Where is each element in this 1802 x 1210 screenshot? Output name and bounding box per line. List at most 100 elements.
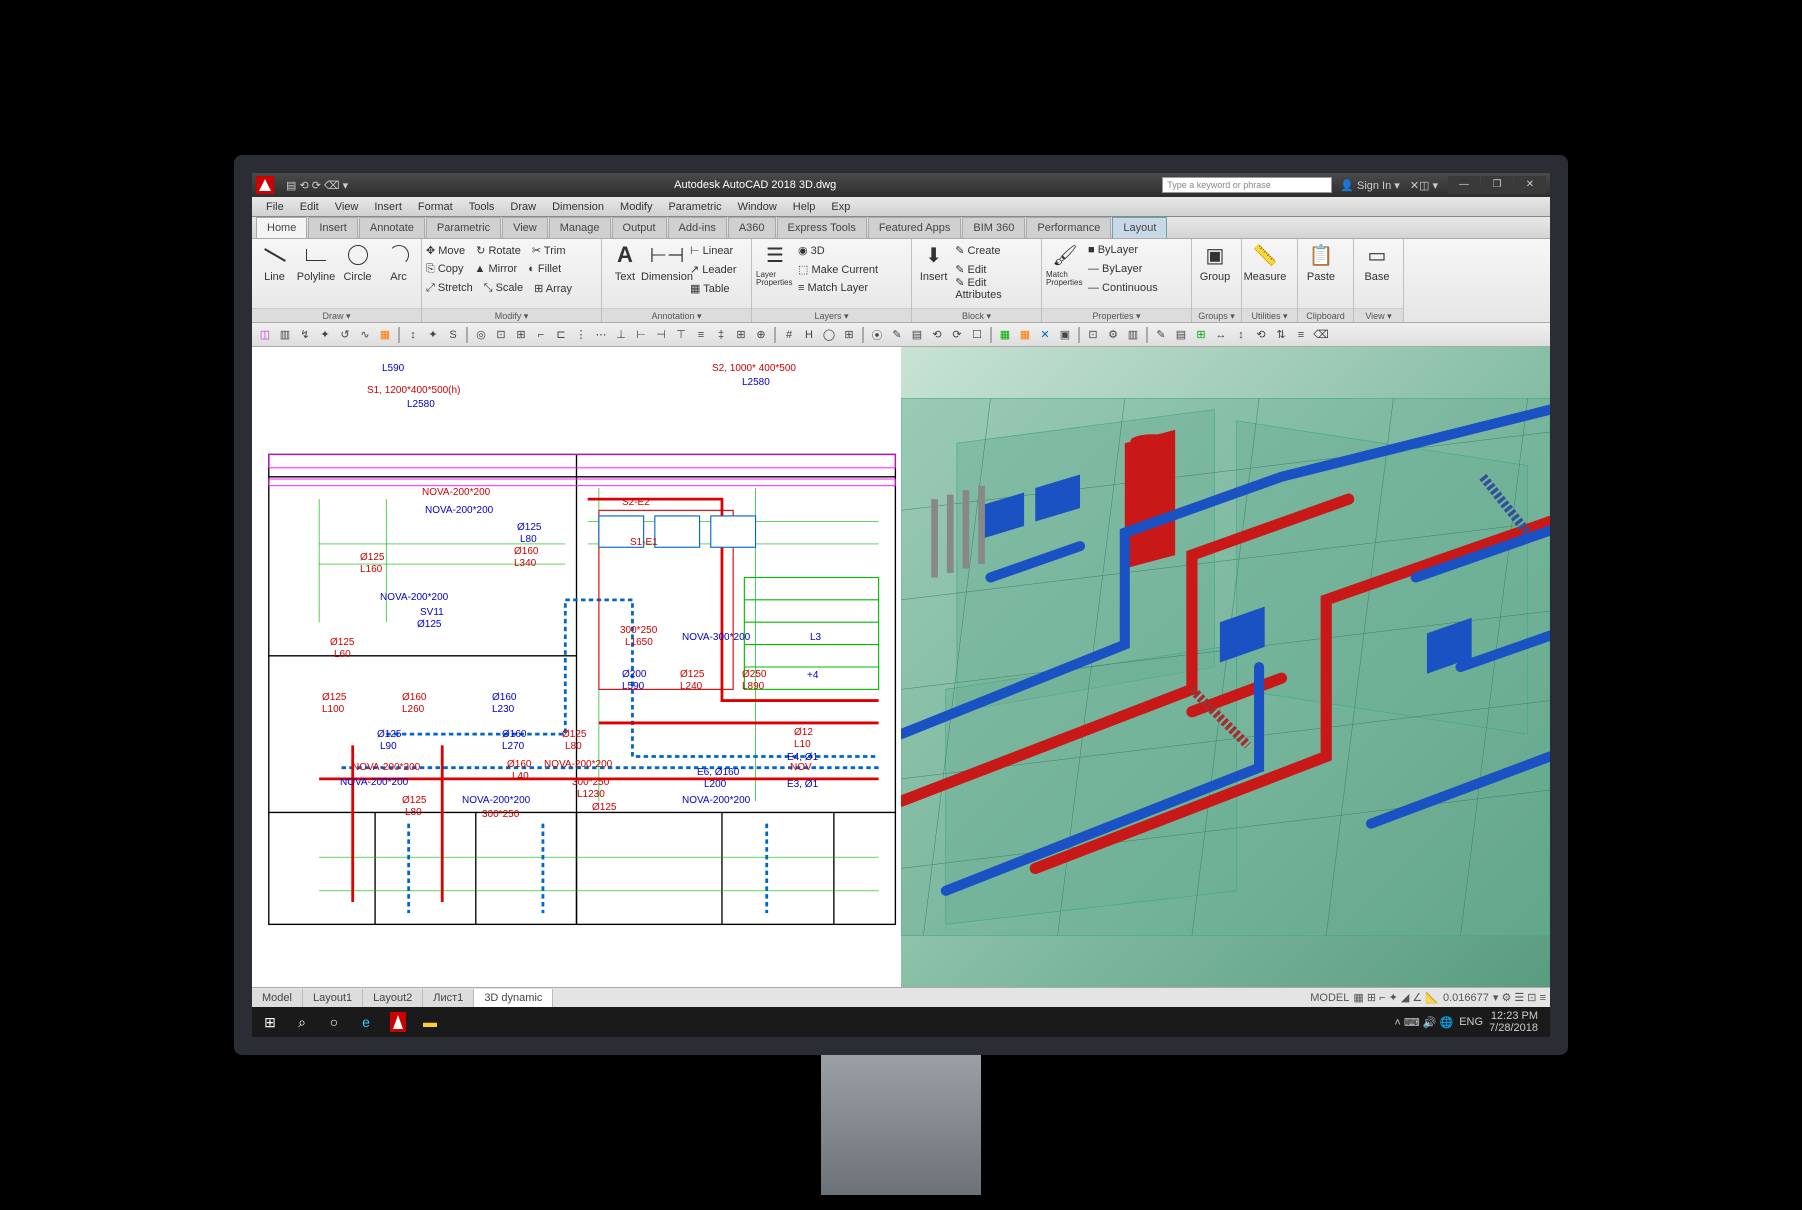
ribbon-item[interactable]: ⊢ Linear [690, 244, 733, 257]
tb-icon[interactable]: ▥ [1124, 326, 1142, 344]
app-icon[interactable] [256, 176, 274, 194]
exchange-icon[interactable]: ✕◫ ▾ [1410, 179, 1438, 192]
tb-icon[interactable]: ⊥ [612, 326, 630, 344]
tb-icon[interactable]: ▦ [1016, 326, 1034, 344]
match-properties-button[interactable]: 🖌Match Properties [1046, 241, 1084, 287]
layout-tab-layout2[interactable]: Layout2 [363, 989, 423, 1007]
tb-icon[interactable]: ⊢ [632, 326, 650, 344]
tb-icon[interactable]: ▦ [376, 326, 394, 344]
base-view-button[interactable]: ▭Base [1358, 241, 1396, 283]
tb-icon[interactable]: ↕ [1232, 326, 1250, 344]
menu-modify[interactable]: Modify [612, 201, 660, 213]
status-icon[interactable]: ▦ ⊞ ⌐ ✦ ◢ ∠ 📐 [1353, 991, 1439, 1004]
cortana-icon[interactable]: ○ [322, 1010, 346, 1034]
tb-icon[interactable]: ✦ [316, 326, 334, 344]
menu-parametric[interactable]: Parametric [660, 201, 729, 213]
ribbon-item[interactable]: ✂ Trim [532, 244, 566, 257]
tb-icon[interactable]: ◫ [256, 326, 274, 344]
panel-title-layers[interactable]: Layers ▾ [752, 308, 911, 322]
tb-icon[interactable]: ⊞ [732, 326, 750, 344]
insert-block-button[interactable]: ⬇Insert [916, 241, 951, 283]
menu-tools[interactable]: Tools [461, 201, 503, 213]
tb-icon[interactable]: ⟲ [1252, 326, 1270, 344]
tab-layout[interactable]: Layout [1112, 217, 1167, 238]
measure-button[interactable]: 📏Measure [1246, 241, 1284, 283]
tab-a360[interactable]: A360 [728, 217, 776, 238]
menu-edit[interactable]: Edit [292, 201, 327, 213]
ribbon-item[interactable]: ✎ Edit Attributes [955, 276, 1029, 301]
paste-button[interactable]: 📋Paste [1302, 241, 1340, 283]
tb-icon[interactable]: ⌐ [532, 326, 550, 344]
menu-dimension[interactable]: Dimension [544, 201, 612, 213]
tb-icon[interactable]: ⊞ [512, 326, 530, 344]
tb-icon[interactable]: ◎ [472, 326, 490, 344]
tb-icon[interactable]: ∿ [356, 326, 374, 344]
ribbon-item[interactable]: ✎ Create [955, 244, 1000, 257]
tb-icon[interactable]: ⊡ [492, 326, 510, 344]
search-input[interactable]: Type a keyword or phrase [1162, 177, 1332, 193]
tb-icon[interactable]: ▤ [1172, 326, 1190, 344]
status-icon[interactable]: ▾ ⚙ ☰ ⊡ ≡ [1493, 991, 1546, 1004]
polyline-tool[interactable]: Polyline [297, 241, 335, 283]
maximize-button[interactable]: ❐ [1481, 176, 1513, 194]
tab-parametric[interactable]: Parametric [426, 217, 501, 238]
tb-icon[interactable]: ☐ [968, 326, 986, 344]
tb-icon[interactable]: ⊕ [752, 326, 770, 344]
menu-window[interactable]: Window [730, 201, 785, 213]
qat-icons[interactable]: ▤ ⟲ ⟳ ⌫ ▾ [286, 179, 348, 192]
panel-title-view[interactable]: View ▾ [1354, 308, 1403, 322]
tb-icon[interactable]: ⊏ [552, 326, 570, 344]
tb-icon[interactable]: ⋮ [572, 326, 590, 344]
panel-title-clipboard[interactable]: Clipboard [1298, 308, 1353, 322]
arc-tool[interactable]: Arc [380, 241, 417, 283]
tb-icon[interactable]: ↯ [296, 326, 314, 344]
ribbon-item[interactable]: ◐ Fillet [528, 263, 561, 275]
tab-featured-apps[interactable]: Featured Apps [868, 217, 962, 238]
group-button[interactable]: ▣Group [1196, 241, 1234, 283]
dimension-tool[interactable]: ⊢⊣Dimension [648, 241, 686, 283]
panel-title-block[interactable]: Block ▾ [912, 308, 1041, 322]
tb-icon[interactable]: ⊞ [1192, 326, 1210, 344]
tb-icon[interactable]: ▤ [908, 326, 926, 344]
tb-icon[interactable]: ◯ [820, 326, 838, 344]
tb-icon[interactable]: ⟲ [928, 326, 946, 344]
tab-output[interactable]: Output [612, 217, 667, 238]
tb-icon[interactable]: ⊣ [652, 326, 670, 344]
menu-file[interactable]: File [258, 201, 292, 213]
ribbon-item[interactable]: ≡ Match Layer [798, 282, 868, 294]
tb-icon[interactable]: H [800, 326, 818, 344]
explorer-icon[interactable]: ▬ [418, 1010, 442, 1034]
ribbon-item[interactable]: ◉ 3D [798, 244, 825, 257]
ribbon-item[interactable]: — Continuous [1088, 282, 1158, 294]
tb-icon[interactable]: ⊞ [840, 326, 858, 344]
ribbon-item[interactable]: ↻ Rotate [476, 244, 521, 257]
tb-icon[interactable]: ▣ [1056, 326, 1074, 344]
ribbon-item[interactable]: ■ ByLayer [1088, 244, 1138, 256]
tb-icon[interactable]: ↔ [1212, 326, 1230, 344]
edge-icon[interactable]: e [354, 1010, 378, 1034]
lang-indicator[interactable]: ENG [1459, 1016, 1483, 1028]
tb-icon[interactable]: ⇅ [1272, 326, 1290, 344]
tb-icon[interactable]: ≡ [692, 326, 710, 344]
ribbon-item[interactable]: ▲ Mirror [475, 263, 518, 275]
menu-help[interactable]: Help [785, 201, 824, 213]
start-button[interactable]: ⊞ [258, 1010, 282, 1034]
clock[interactable]: 12:23 PM7/28/2018 [1489, 1010, 1544, 1034]
tb-icon[interactable]: ⟳ [948, 326, 966, 344]
menu-format[interactable]: Format [410, 201, 461, 213]
ribbon-item[interactable]: ⎘ Copy [426, 263, 464, 276]
ribbon-item[interactable]: ✥ Move [426, 244, 465, 257]
layer-properties-button[interactable]: ☰Layer Properties [756, 241, 794, 287]
ribbon-item[interactable]: ⬚ Make Current [798, 263, 878, 276]
tab-home[interactable]: Home [256, 217, 307, 238]
tb-icon[interactable]: ✎ [1152, 326, 1170, 344]
panel-title-groups[interactable]: Groups ▾ [1192, 308, 1241, 322]
menu-insert[interactable]: Insert [366, 201, 410, 213]
tb-icon[interactable]: ≡ [1292, 326, 1310, 344]
tb-icon[interactable]: ↕ [404, 326, 422, 344]
tb-icon[interactable]: ⋯ [592, 326, 610, 344]
ribbon-item[interactable]: ↗ Leader [690, 263, 737, 276]
panel-title-utilities[interactable]: Utilities ▾ [1242, 308, 1297, 322]
search-icon[interactable]: ⌕ [290, 1010, 314, 1034]
drawing-canvas[interactable]: NOVA-200*200NOVA-200*200Ø125L80Ø160L340Ø… [252, 347, 1550, 987]
